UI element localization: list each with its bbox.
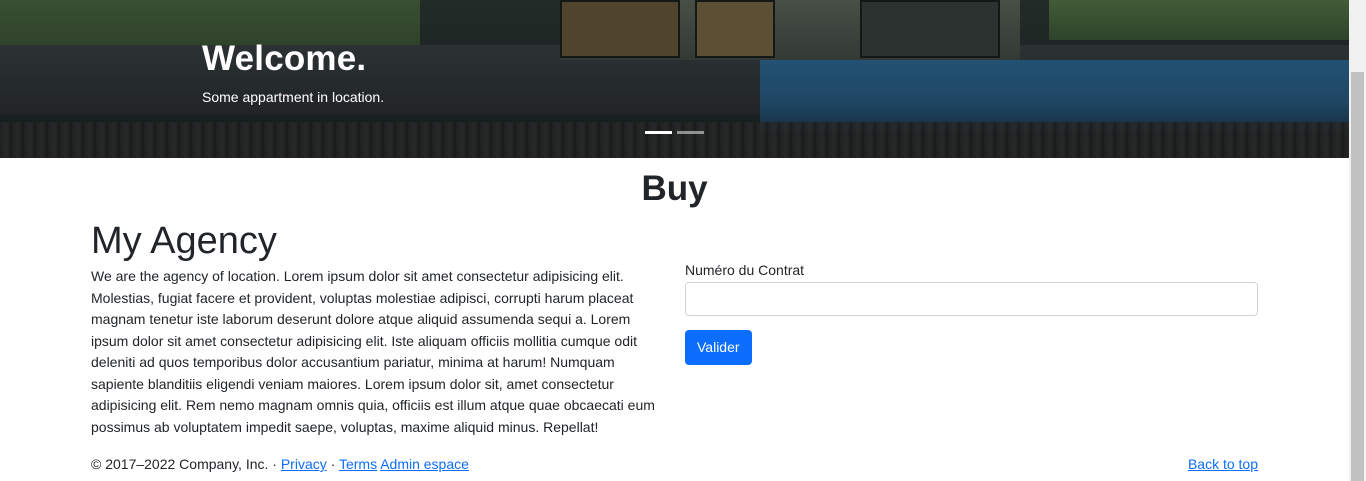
terms-link[interactable]: Terms — [339, 456, 377, 472]
hero-carousel: Welcome. Some appartment in location. — [0, 0, 1349, 158]
admin-espace-link[interactable]: Admin espace — [380, 456, 469, 472]
carousel-subtitle: Some appartment in location. — [202, 89, 385, 105]
agency-description: We are the agency of location. Lorem ips… — [91, 268, 655, 435]
vertical-scrollbar[interactable] — [1349, 0, 1366, 481]
submit-button[interactable]: Valider — [685, 330, 752, 365]
carousel-indicators — [645, 131, 704, 134]
footer: © 2017–2022 Company, Inc. · Privacy · Te… — [91, 455, 1258, 473]
carousel-indicator-1[interactable] — [645, 131, 672, 134]
footer-separator: · — [326, 456, 339, 472]
privacy-link[interactable]: Privacy — [281, 456, 327, 472]
agency-heading: My Agency — [91, 220, 277, 262]
carousel-title: Welcome. — [202, 39, 367, 78]
carousel-caption: Welcome. Some appartment in location. — [202, 36, 384, 105]
contract-number-input[interactable] — [685, 282, 1258, 316]
carousel-indicator-2[interactable] — [677, 131, 704, 134]
scrollbar-thumb[interactable] — [1351, 72, 1364, 481]
contract-number-label: Numéro du Contrat — [685, 262, 805, 278]
back-to-top-link[interactable]: Back to top — [1188, 455, 1258, 473]
copyright-text: © 2017–2022 Company, Inc. · — [91, 456, 281, 472]
page-title: Buy — [641, 169, 708, 208]
contract-form: Numéro du Contrat Valider — [685, 262, 1258, 365]
